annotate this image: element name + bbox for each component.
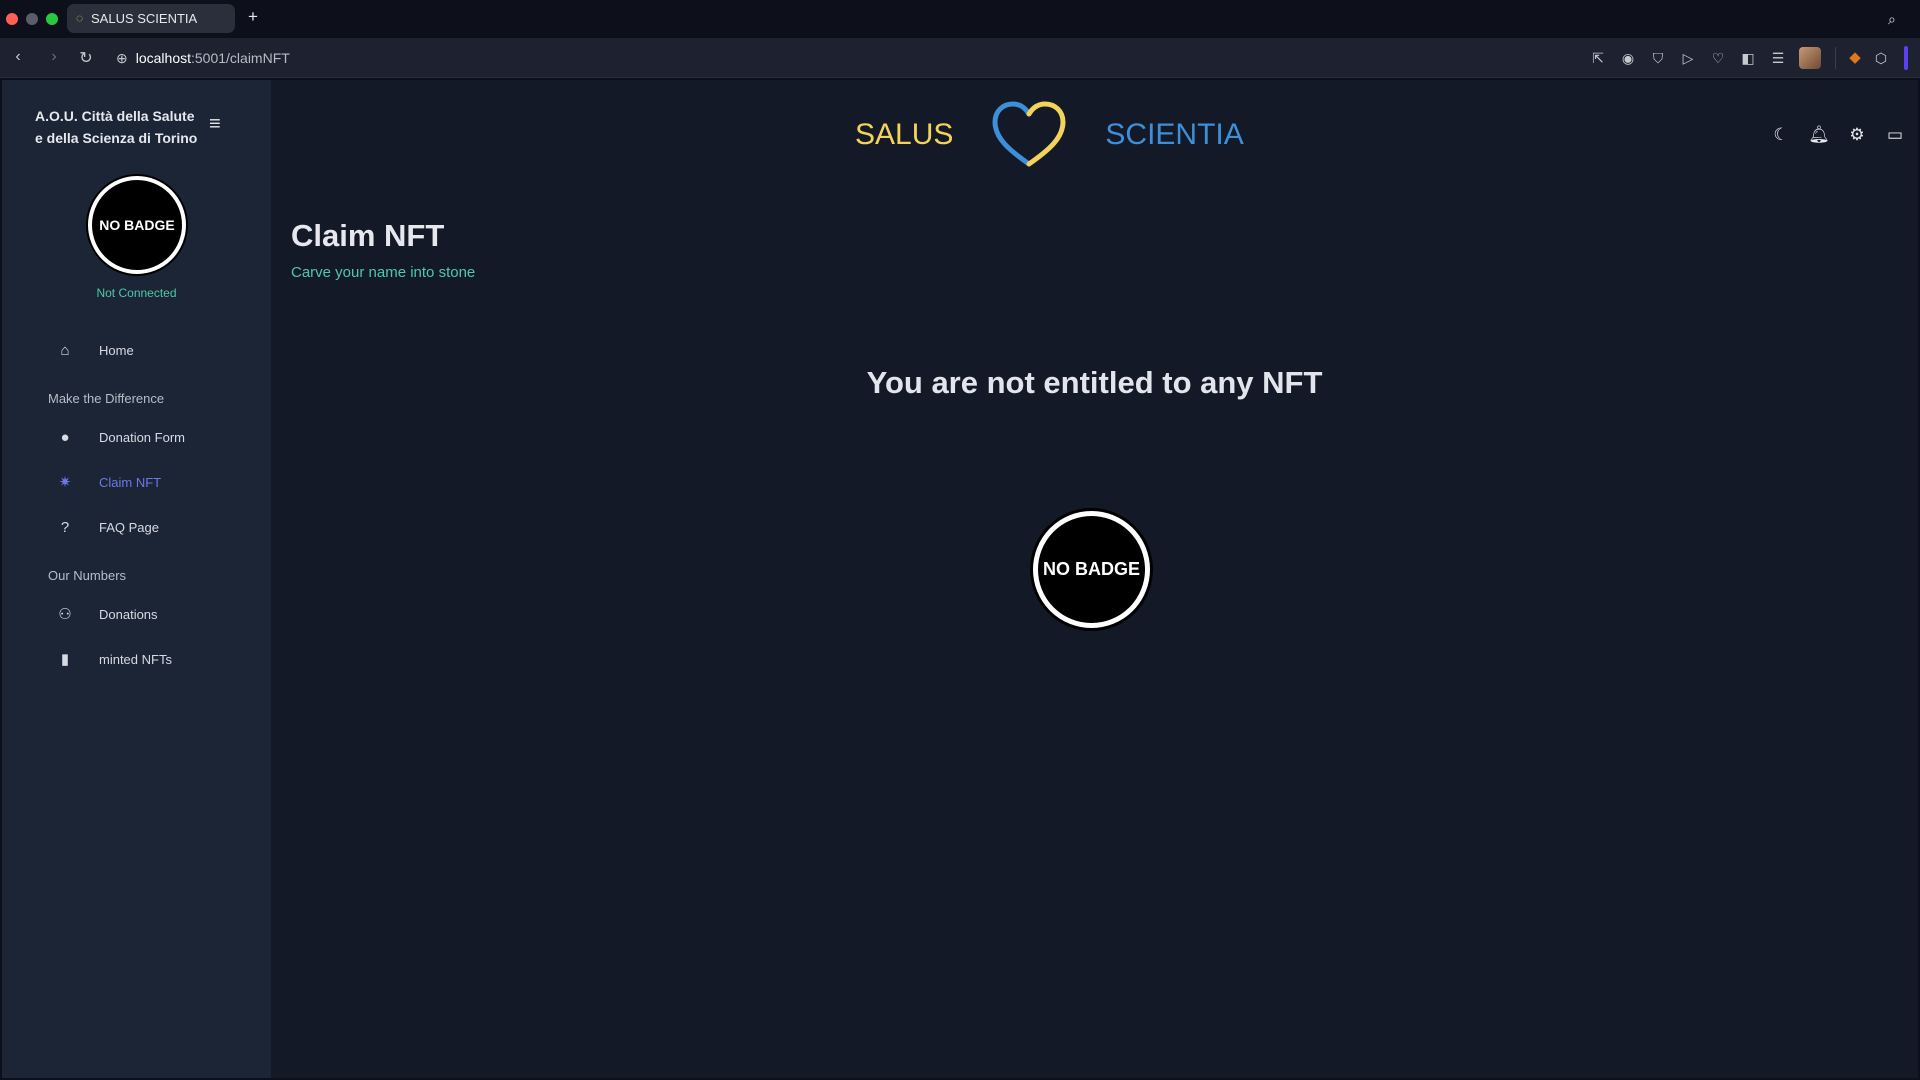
address-bar: ‹ › ↻ ⊕ localhost:5001/claimNFT ⇱ ◉ ⛉ ▷ ♡… xyxy=(0,38,1920,78)
loading-icon: ◌ xyxy=(76,11,84,25)
gear-icon[interactable]: ⚙ xyxy=(1846,124,1868,146)
moon-icon[interactable]: ☾ xyxy=(1770,124,1792,146)
sidebar-item-faq[interactable]: ? FAQ Page xyxy=(55,515,159,539)
metamask-icon[interactable]: ◆ xyxy=(1844,47,1866,69)
profile-avatar[interactable] xyxy=(1799,47,1821,69)
toolbar-icons: ⇱ ◉ ⛉ ▷ ♡ ◧ ☰ ◆ ⬡ xyxy=(1583,46,1908,70)
share-icon[interactable]: ⇱ xyxy=(1583,46,1613,70)
accent-edge xyxy=(1904,46,1908,70)
url-path: :5001/claimNFT xyxy=(191,50,290,66)
section-heading: Our Numbers xyxy=(48,568,127,583)
person-icon: ● xyxy=(60,428,70,446)
brand-logo: SALUS SCIENTIA xyxy=(855,100,1244,170)
app-root: A.O.U. Città della Salute e della Scienz… xyxy=(2,80,1918,1078)
nft-badge: NO BADGE xyxy=(1033,511,1150,628)
list-icon[interactable]: ☰ xyxy=(1763,46,1793,70)
user-badge: NO BADGE xyxy=(88,176,186,274)
browser-titlebar: ◌ SALUS SCIENTIA + ⌕ xyxy=(0,0,1920,38)
help-circle-icon: ? xyxy=(60,518,70,536)
badge-label: NO BADGE xyxy=(99,217,175,233)
heart-icon[interactable]: ♡ xyxy=(1703,46,1733,70)
sidebar-item-label: Donation Form xyxy=(99,429,185,445)
page-subtitle: Carve your name into stone xyxy=(291,264,476,281)
sidebar-item-label: Claim NFT xyxy=(99,474,162,490)
sidebar-item-label: Home xyxy=(99,342,134,358)
wallet-icon[interactable]: ▭ xyxy=(1884,124,1906,146)
connection-status: Not Connected xyxy=(96,286,177,300)
camera-icon[interactable]: ◉ xyxy=(1613,46,1643,70)
minimize-window-button[interactable] xyxy=(26,13,38,25)
back-icon[interactable]: ‹ xyxy=(8,48,28,66)
org-line-1: A.O.U. Città della Salute xyxy=(35,108,195,124)
url-host: localhost xyxy=(135,50,191,66)
sidebar-toggle-icon[interactable]: ◧ xyxy=(1733,46,1763,70)
new-tab-button[interactable]: + xyxy=(244,8,262,26)
bar-chart-icon: ▮ xyxy=(60,651,70,668)
organization-name: A.O.U. Città della Salute e della Scienz… xyxy=(35,105,197,149)
sidebar-item-label: FAQ Page xyxy=(99,519,159,535)
url-field[interactable]: ⊕ localhost:5001/claimNFT xyxy=(116,46,290,70)
reload-icon[interactable]: ↻ xyxy=(76,48,96,68)
heart-logo-icon xyxy=(992,101,1066,167)
shield-icon[interactable]: ⛉ xyxy=(1643,46,1673,70)
main-content: SALUS SCIENTIA ☾ 🔔︎ ⚙ ▭ Claim NFT Carve … xyxy=(271,80,1918,1078)
search-icon[interactable]: ⌕ xyxy=(1888,11,1896,28)
sidebar: A.O.U. Città della Salute e della Scienz… xyxy=(2,80,271,1078)
org-line-2: e della Scienza di Torino xyxy=(35,130,198,146)
people-icon: ⚇ xyxy=(58,606,72,623)
brand-right-text: SCIENTIA xyxy=(1105,118,1244,151)
party-popper-icon: ✷ xyxy=(58,474,72,491)
sidebar-item-minted-nfts[interactable]: ▮ minted NFTs xyxy=(55,647,172,671)
sidebar-item-home[interactable]: ⌂ Home xyxy=(55,338,134,362)
maximize-window-button[interactable] xyxy=(46,13,58,25)
page-title: Claim NFT xyxy=(291,218,445,253)
play-icon[interactable]: ▷ xyxy=(1673,46,1703,70)
home-icon: ⌂ xyxy=(60,341,70,359)
forward-icon[interactable]: › xyxy=(44,48,64,66)
sidebar-item-label: Donations xyxy=(99,606,158,622)
section-heading: Make the Difference xyxy=(48,391,165,406)
header-actions: ☾ 🔔︎ ⚙ ▭ xyxy=(1770,124,1906,146)
badge-label: NO BADGE xyxy=(1042,559,1140,579)
toolbar-divider xyxy=(1835,47,1836,69)
extension-cube-icon[interactable]: ⬡ xyxy=(1866,46,1896,70)
bell-icon[interactable]: 🔔︎ xyxy=(1808,124,1830,146)
sidebar-item-claim-nft[interactable]: ✷ Claim NFT xyxy=(55,470,161,494)
sidebar-item-donations[interactable]: ⚇ Donations xyxy=(55,602,158,626)
sidebar-item-label: minted NFTs xyxy=(99,651,172,667)
close-window-button[interactable] xyxy=(6,13,18,25)
menu-icon[interactable]: ≡ xyxy=(209,114,229,134)
tab-title: SALUS SCIENTIA xyxy=(91,11,198,26)
browser-tab[interactable]: ◌ SALUS SCIENTIA xyxy=(67,4,235,33)
brand-left-text: SALUS xyxy=(855,118,954,151)
globe-icon: ⊕ xyxy=(116,50,128,66)
empty-state-message: You are not entitled to any NFT xyxy=(866,365,1323,400)
sidebar-item-donation-form[interactable]: ● Donation Form xyxy=(55,425,185,449)
